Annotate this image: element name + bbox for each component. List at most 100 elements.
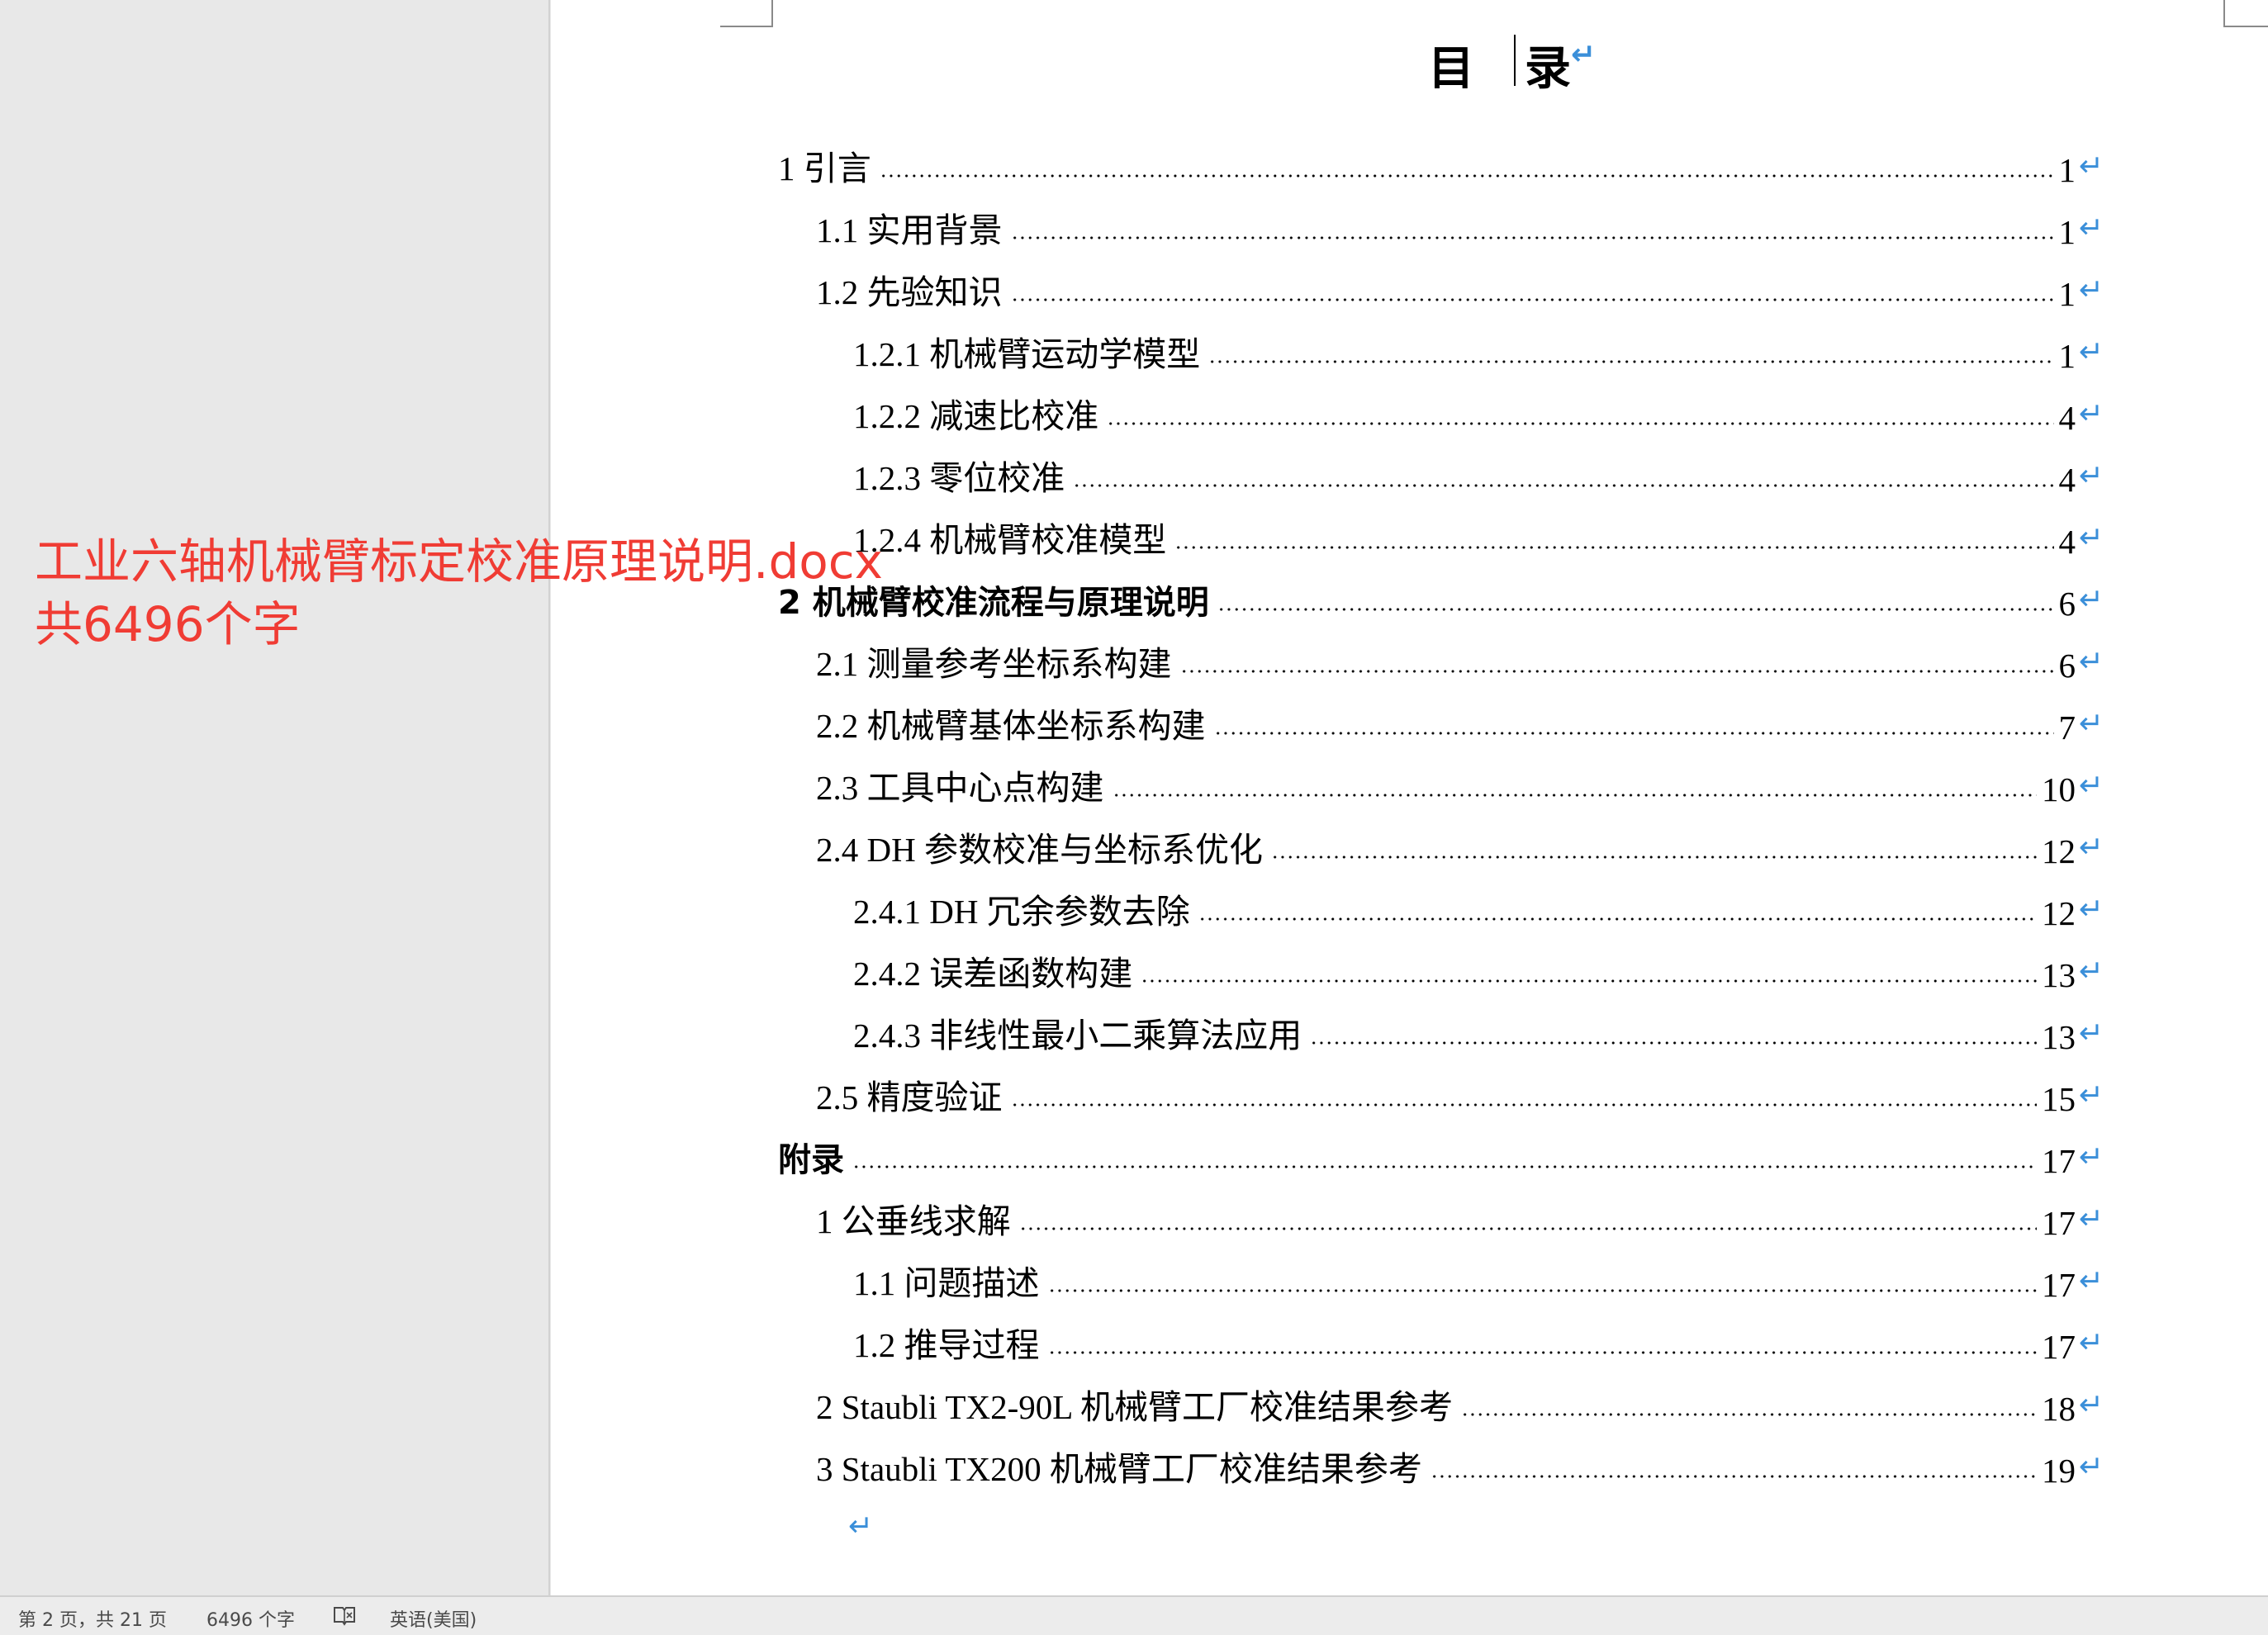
toc-dot-leader — [1112, 793, 2037, 798]
status-page-info[interactable]: 第 2 页，共 21 页 — [18, 1605, 167, 1632]
paragraph-mark-icon: ↵ — [2078, 955, 2104, 988]
toc-entry[interactable]: 附录 17 ↵ — [778, 1131, 2104, 1181]
toc-dot-leader — [1430, 1474, 2037, 1479]
toc-dot-leader — [1208, 359, 2054, 364]
toc-entry-label: 1 引言 — [778, 149, 871, 187]
toc-entry[interactable]: 1 引言 1 ↵ — [778, 140, 2104, 190]
toc-entry-label: 3 Staubli TX200 机械臂工厂校准结果参考 — [816, 1450, 1422, 1488]
paragraph-mark-icon: ↵ — [2078, 1326, 2104, 1360]
toc-entry-label: 1.1 实用背景 — [816, 211, 1003, 249]
paragraph-mark-icon: ↵ — [2078, 645, 2104, 679]
paragraph-mark-icon: ↵ — [1571, 38, 1597, 72]
status-language[interactable]: 英语(美国) — [390, 1605, 477, 1632]
toc-entry-label: 1.2.4 机械臂校准模型 — [853, 521, 1167, 559]
toc-dot-leader — [1047, 1288, 2037, 1293]
paragraph-mark-icon: ↵ — [2078, 769, 2104, 803]
toc-entry-page-number: 17 — [2042, 1266, 2076, 1304]
toc-entry-page-number: 17 — [2042, 1204, 2076, 1242]
toc-dot-leader — [1018, 1226, 2037, 1231]
status-word-count[interactable]: 6496 个字 — [206, 1605, 295, 1632]
toc-entry-page-number: 1 — [2058, 213, 2076, 251]
toc-entry-label: 1.2 先验知识 — [816, 273, 1003, 311]
toc-entry-label: 1 公垂线求解 — [816, 1202, 1011, 1240]
toc-title-char-1: 目 — [1428, 42, 1474, 96]
document-page[interactable]: 目 录 ↵ 1 引言 1 ↵ 1.1 实用背景 1 ↵ 1.2 先验知识 1 ↵ 1.2.1 机械… — [551, 0, 2268, 1595]
overlay-filename: 工业六轴机械臂标定校准原理说明.docx — [35, 533, 883, 590]
toc-entry[interactable]: 2.4.3 非线性最小二乘算法应用 13 ↵ — [853, 1007, 2104, 1057]
toc-entry[interactable]: 2 Staubli TX2-90L 机械臂工厂校准结果参考 18 ↵ — [816, 1379, 2104, 1429]
toc-dot-leader — [1010, 297, 2054, 302]
toc-entry[interactable]: 2.5 精度验证 15 ↵ — [816, 1069, 2104, 1119]
text-cursor — [1514, 35, 1516, 86]
toc-entry-label: 1.1 问题描述 — [853, 1264, 1040, 1302]
toc-entry-page-number: 13 — [2042, 956, 2076, 994]
paragraph-mark-icon: ↵ — [2078, 1388, 2104, 1422]
toc-entry-page-number: 4 — [2058, 523, 2076, 561]
paragraph-mark-icon: ↵ — [2078, 893, 2104, 926]
toc-dot-leader — [1107, 421, 2054, 426]
paragraph-mark-icon: ↵ — [2078, 397, 2104, 431]
toc-entry-page-number: 10 — [2042, 770, 2076, 808]
overlay-word-count: 共6496个字 — [35, 596, 301, 652]
paragraph-mark-icon: ↵ — [2078, 273, 2104, 307]
toc-entry-page-number: 18 — [2042, 1390, 2076, 1428]
toc-entry-page-number: 17 — [2042, 1142, 2076, 1180]
toc-entry[interactable]: 2 机械臂校准流程与原理说明 6 ↵ — [778, 574, 2104, 623]
paragraph-mark-icon: ↵ — [848, 1509, 874, 1543]
book-check-icon[interactable] — [332, 1604, 357, 1627]
toc-entry[interactable]: 1.1 实用背景 1 ↵ — [816, 202, 2104, 252]
toc-entry-label: 2.4.2 误差函数构建 — [853, 955, 1133, 993]
toc-entry-label: 2.4.1 DH 冗余参数去除 — [853, 893, 1190, 931]
toc-entry-label: 2.2 机械臂基体坐标系构建 — [816, 707, 1206, 745]
toc-entry-label: 1.2.1 机械臂运动学模型 — [853, 335, 1201, 373]
toc-dot-leader — [1047, 1350, 2037, 1355]
toc-dot-leader — [1141, 979, 2037, 983]
crop-mark-top-right — [2223, 0, 2268, 27]
toc-entry-page-number: 17 — [2042, 1328, 2076, 1366]
toc-entry[interactable]: 2.3 工具中心点构建 10 ↵ — [816, 760, 2104, 809]
toc-entry[interactable]: 2.1 测量参考坐标系构建 6 ↵ — [816, 636, 2104, 685]
file-info-overlay: 工业六轴机械臂标定校准原理说明.docx 共6496个字 — [35, 530, 883, 656]
toc-dot-leader — [1310, 1040, 2037, 1045]
toc-entry[interactable]: 1.2.1 机械臂运动学模型 1 ↵ — [853, 326, 2104, 376]
toc-entry-label: 附录 — [778, 1141, 844, 1179]
toc-entry-page-number: 6 — [2058, 585, 2076, 623]
paragraph-mark-icon: ↵ — [2078, 459, 2104, 493]
paragraph-mark-icon: ↵ — [2078, 521, 2104, 555]
paragraph-mark-icon: ↵ — [2078, 1450, 2104, 1484]
toc-entry[interactable]: 1.2 先验知识 1 ↵ — [816, 264, 2104, 314]
toc-entry-page-number: 4 — [2058, 461, 2076, 499]
toc-entry[interactable]: 2.4.2 误差函数构建 13 ↵ — [853, 945, 2104, 995]
paragraph-mark-icon: ↵ — [2078, 1140, 2104, 1174]
toc-entry[interactable]: 1.2.2 减速比校准 4 ↵ — [853, 388, 2104, 438]
toc-entry[interactable]: 1.2.4 机械臂校准模型 4 ↵ — [853, 512, 2104, 562]
paragraph-mark-icon: ↵ — [2078, 1202, 2104, 1236]
status-bar: 第 2 页，共 21 页 6496 个字 英语(美国) — [0, 1595, 2268, 1635]
toc-entry[interactable]: 1 公垂线求解 17 ↵ — [816, 1193, 2104, 1243]
paragraph-mark-icon: ↵ — [2078, 335, 2104, 369]
toc-entry[interactable]: 1.1 问题描述 17 ↵ — [853, 1255, 2104, 1305]
toc-entry[interactable]: 1.2 推导过程 17 ↵ — [853, 1317, 2104, 1367]
toc-entry-label: 1.2 推导过程 — [853, 1326, 1040, 1364]
toc-entry[interactable]: 1.2.3 零位校准 4 ↵ — [853, 450, 2104, 500]
paragraph-mark-icon: ↵ — [2078, 707, 2104, 741]
toc-entry-page-number: 6 — [2058, 647, 2076, 685]
toc-dot-leader — [1270, 855, 2037, 860]
toc-entry[interactable]: 2.2 机械臂基体坐标系构建 7 ↵ — [816, 698, 2104, 747]
toc-entry[interactable]: 2.4.1 DH 冗余参数去除 12 ↵ — [853, 884, 2104, 933]
toc-dot-leader — [1179, 669, 2054, 674]
toc-entry-label: 2.5 精度验证 — [816, 1078, 1003, 1116]
toc-entry[interactable]: 2.4 DH 参数校准与坐标系优化 12 ↵ — [816, 822, 2104, 871]
toc-entry[interactable]: 3 Staubli TX200 机械臂工厂校准结果参考 19 ↵ — [816, 1441, 2104, 1490]
paragraph-mark-icon: ↵ — [2078, 1078, 2104, 1112]
toc-dot-leader — [1217, 607, 2054, 612]
toc-dot-leader — [1174, 545, 2054, 550]
toc-entry-page-number: 12 — [2042, 832, 2076, 870]
toc-dot-leader — [1198, 917, 2037, 922]
toc-dot-leader — [879, 173, 2054, 178]
toc-entry-page-number: 15 — [2042, 1080, 2076, 1118]
toc-entry-page-number: 1 — [2058, 151, 2076, 189]
paragraph-mark-icon: ↵ — [2078, 583, 2104, 617]
toc-title-char-2: 录 — [1525, 42, 1571, 96]
paragraph-mark-icon: ↵ — [2078, 211, 2104, 245]
